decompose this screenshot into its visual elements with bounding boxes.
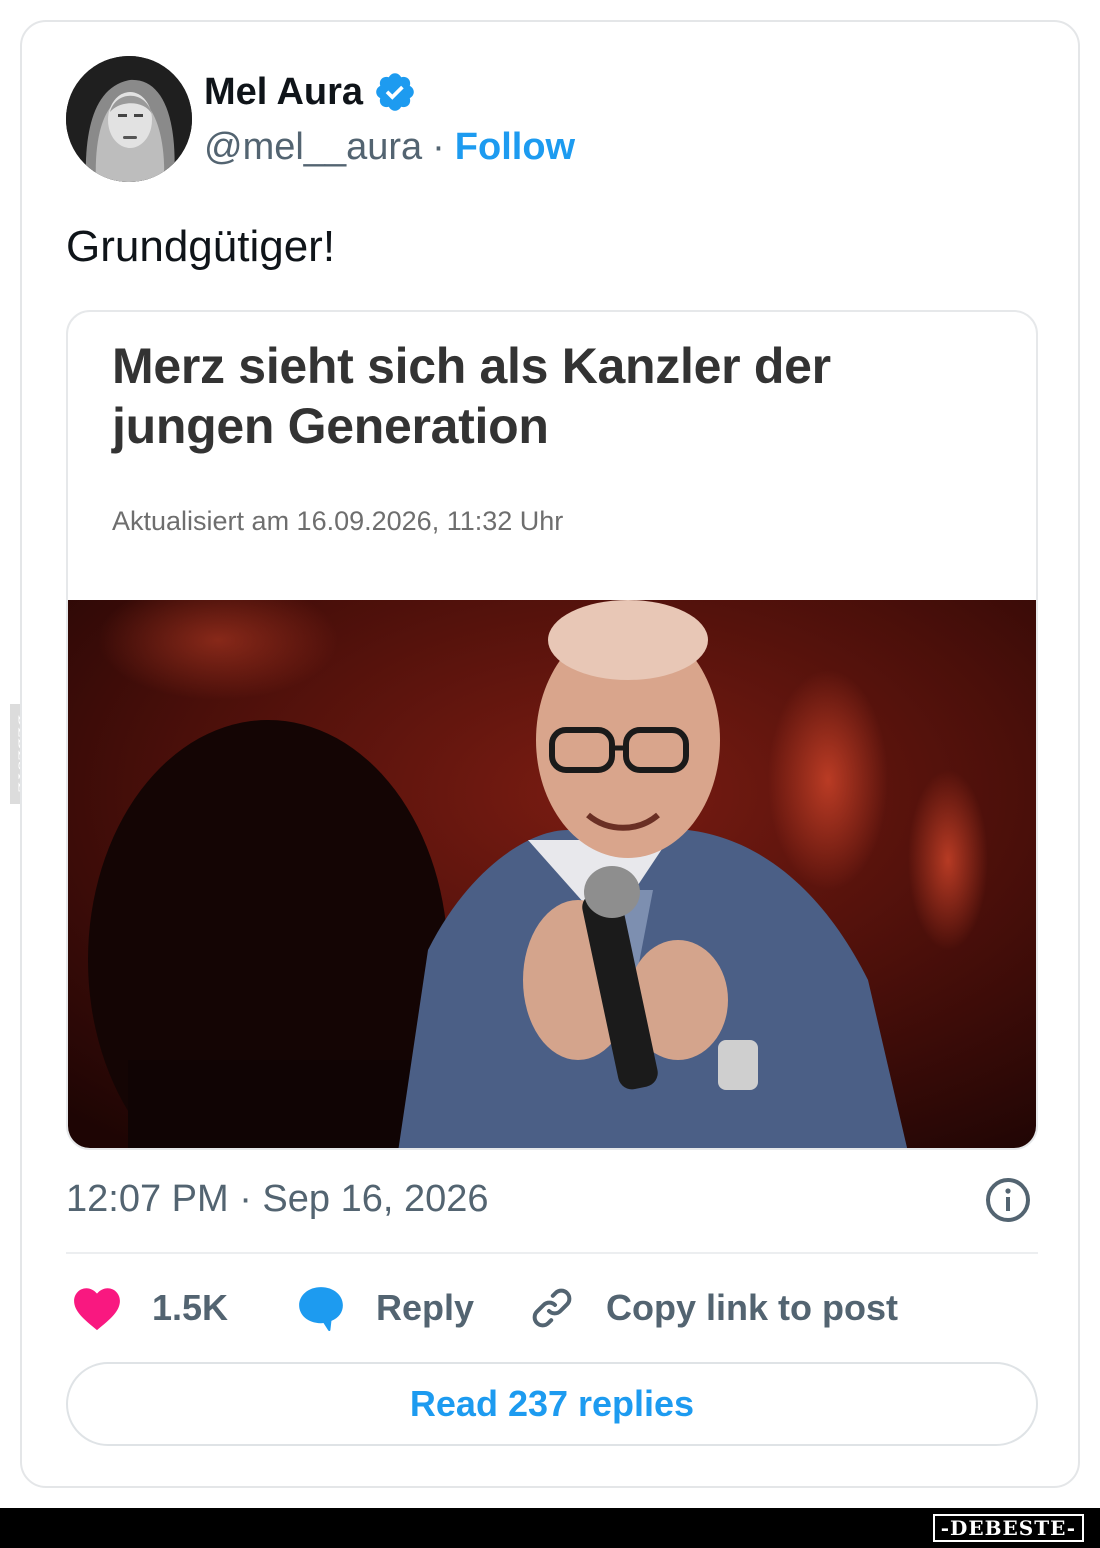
copy-link-label: Copy link to post [606, 1287, 898, 1328]
like-button[interactable]: 1.5K [72, 1280, 228, 1336]
reply-button[interactable]: Reply [296, 1280, 474, 1336]
avatar[interactable] [66, 56, 192, 182]
tweet-text: Grundgütiger! [66, 222, 336, 271]
author-handle[interactable]: @mel__aura [204, 126, 422, 169]
article-headline: Merz sieht sich als Kanzler der jungen G… [112, 338, 831, 454]
action-bar: 1.5K Reply Copy link to post [66, 1280, 1038, 1336]
author-name-row: Mel Aura [204, 70, 417, 114]
author-name[interactable]: Mel Aura [204, 71, 363, 114]
handle-row: @mel__aura · Follow [204, 126, 575, 169]
follow-button[interactable]: Follow [455, 126, 575, 169]
copy-link-button[interactable]: Copy link to post [528, 1280, 898, 1336]
footer-bar: -DEBESTE- [0, 1508, 1100, 1548]
divider [66, 1252, 1038, 1254]
tweet-card: Mel Aura @mel__aura · Follow Grundgütige… [20, 20, 1080, 1488]
article-updated-date: Aktualisiert am 16.09.2026, 11:32 Uhr [112, 506, 564, 536]
article-photo [68, 600, 1036, 1148]
avatar-image [66, 56, 192, 182]
like-count: 1.5K [152, 1287, 229, 1328]
heart-icon [74, 1288, 120, 1331]
article-photo-image [68, 600, 1036, 1148]
reply-label: Reply [376, 1287, 475, 1328]
footer-watermark-logo: -DEBESTE- [932, 1514, 1084, 1542]
link-icon [532, 1288, 572, 1328]
verified-badge-icon [376, 73, 414, 111]
read-replies-button[interactable]: Read 237 replies [66, 1362, 1038, 1446]
handle-separator: · [432, 126, 445, 168]
info-icon[interactable] [984, 1176, 1032, 1224]
speech-bubble-icon [299, 1287, 343, 1332]
embedded-article-card[interactable]: Merz sieht sich als Kanzler der jungen G… [66, 310, 1038, 1150]
tweet-timestamp[interactable]: 12:07 PM · Sep 16, 2026 [66, 1178, 489, 1221]
